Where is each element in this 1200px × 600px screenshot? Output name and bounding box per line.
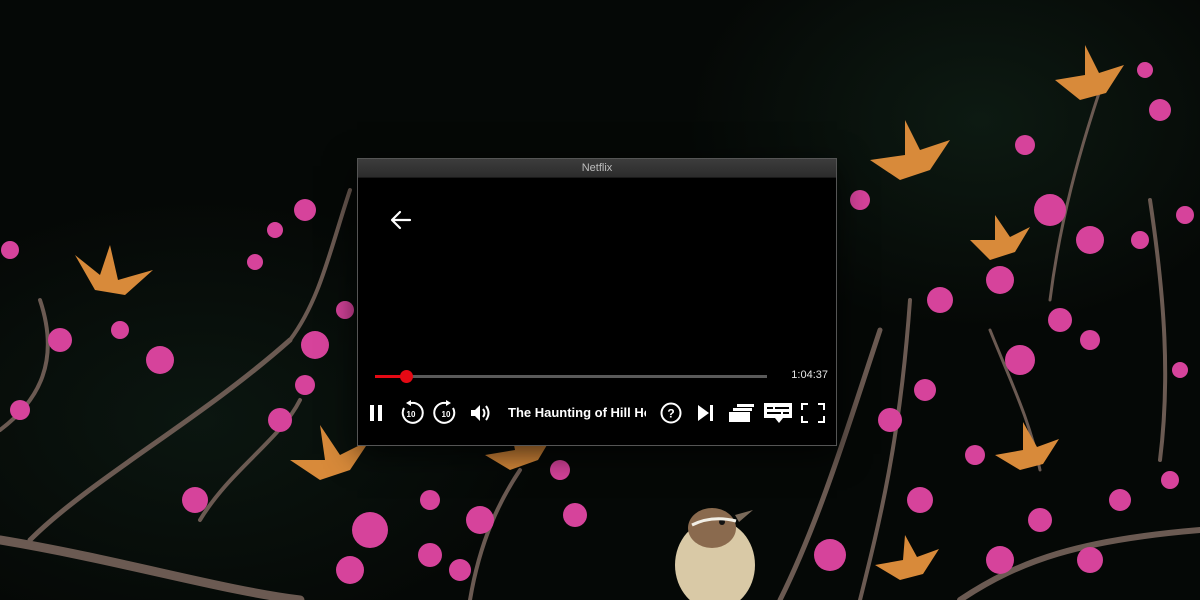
- subtitles-button[interactable]: [763, 401, 793, 425]
- replay-10-button[interactable]: 10: [398, 400, 424, 425]
- fullscreen-icon: [801, 403, 825, 423]
- forward-10-label: 10: [442, 410, 451, 419]
- replay-10-label: 10: [407, 410, 416, 419]
- back-arrow-icon: [390, 210, 412, 230]
- replay-10-icon: 10: [401, 400, 424, 424]
- help-icon: ?: [660, 402, 682, 424]
- back-button[interactable]: [388, 207, 414, 233]
- episode-title: The Haunting of Hill House: [508, 405, 646, 420]
- pause-icon: [370, 405, 382, 421]
- forward-10-icon: 10: [433, 400, 456, 424]
- window-title: Netflix: [358, 159, 836, 178]
- pause-button[interactable]: [366, 401, 386, 425]
- player-window[interactable]: Netflix 1:04:37 10 10 The Haunting of Hi…: [357, 158, 837, 446]
- next-episode-button[interactable]: [695, 401, 717, 425]
- help-label: ?: [667, 407, 674, 421]
- bird: [675, 508, 755, 600]
- progress-scrubber[interactable]: [400, 370, 414, 383]
- volume-button[interactable]: [468, 401, 494, 425]
- subtitles-icon: [764, 403, 792, 423]
- forward-10-button[interactable]: 10: [433, 400, 459, 425]
- episodes-button[interactable]: [728, 401, 756, 425]
- episodes-icon: [729, 404, 754, 422]
- time-remaining: 1:04:37: [791, 369, 828, 381]
- help-button[interactable]: ?: [659, 401, 683, 425]
- progress-bar[interactable]: [375, 370, 767, 383]
- volume-icon: [471, 405, 490, 421]
- next-episode-icon: [698, 405, 713, 421]
- fullscreen-button[interactable]: [800, 401, 826, 425]
